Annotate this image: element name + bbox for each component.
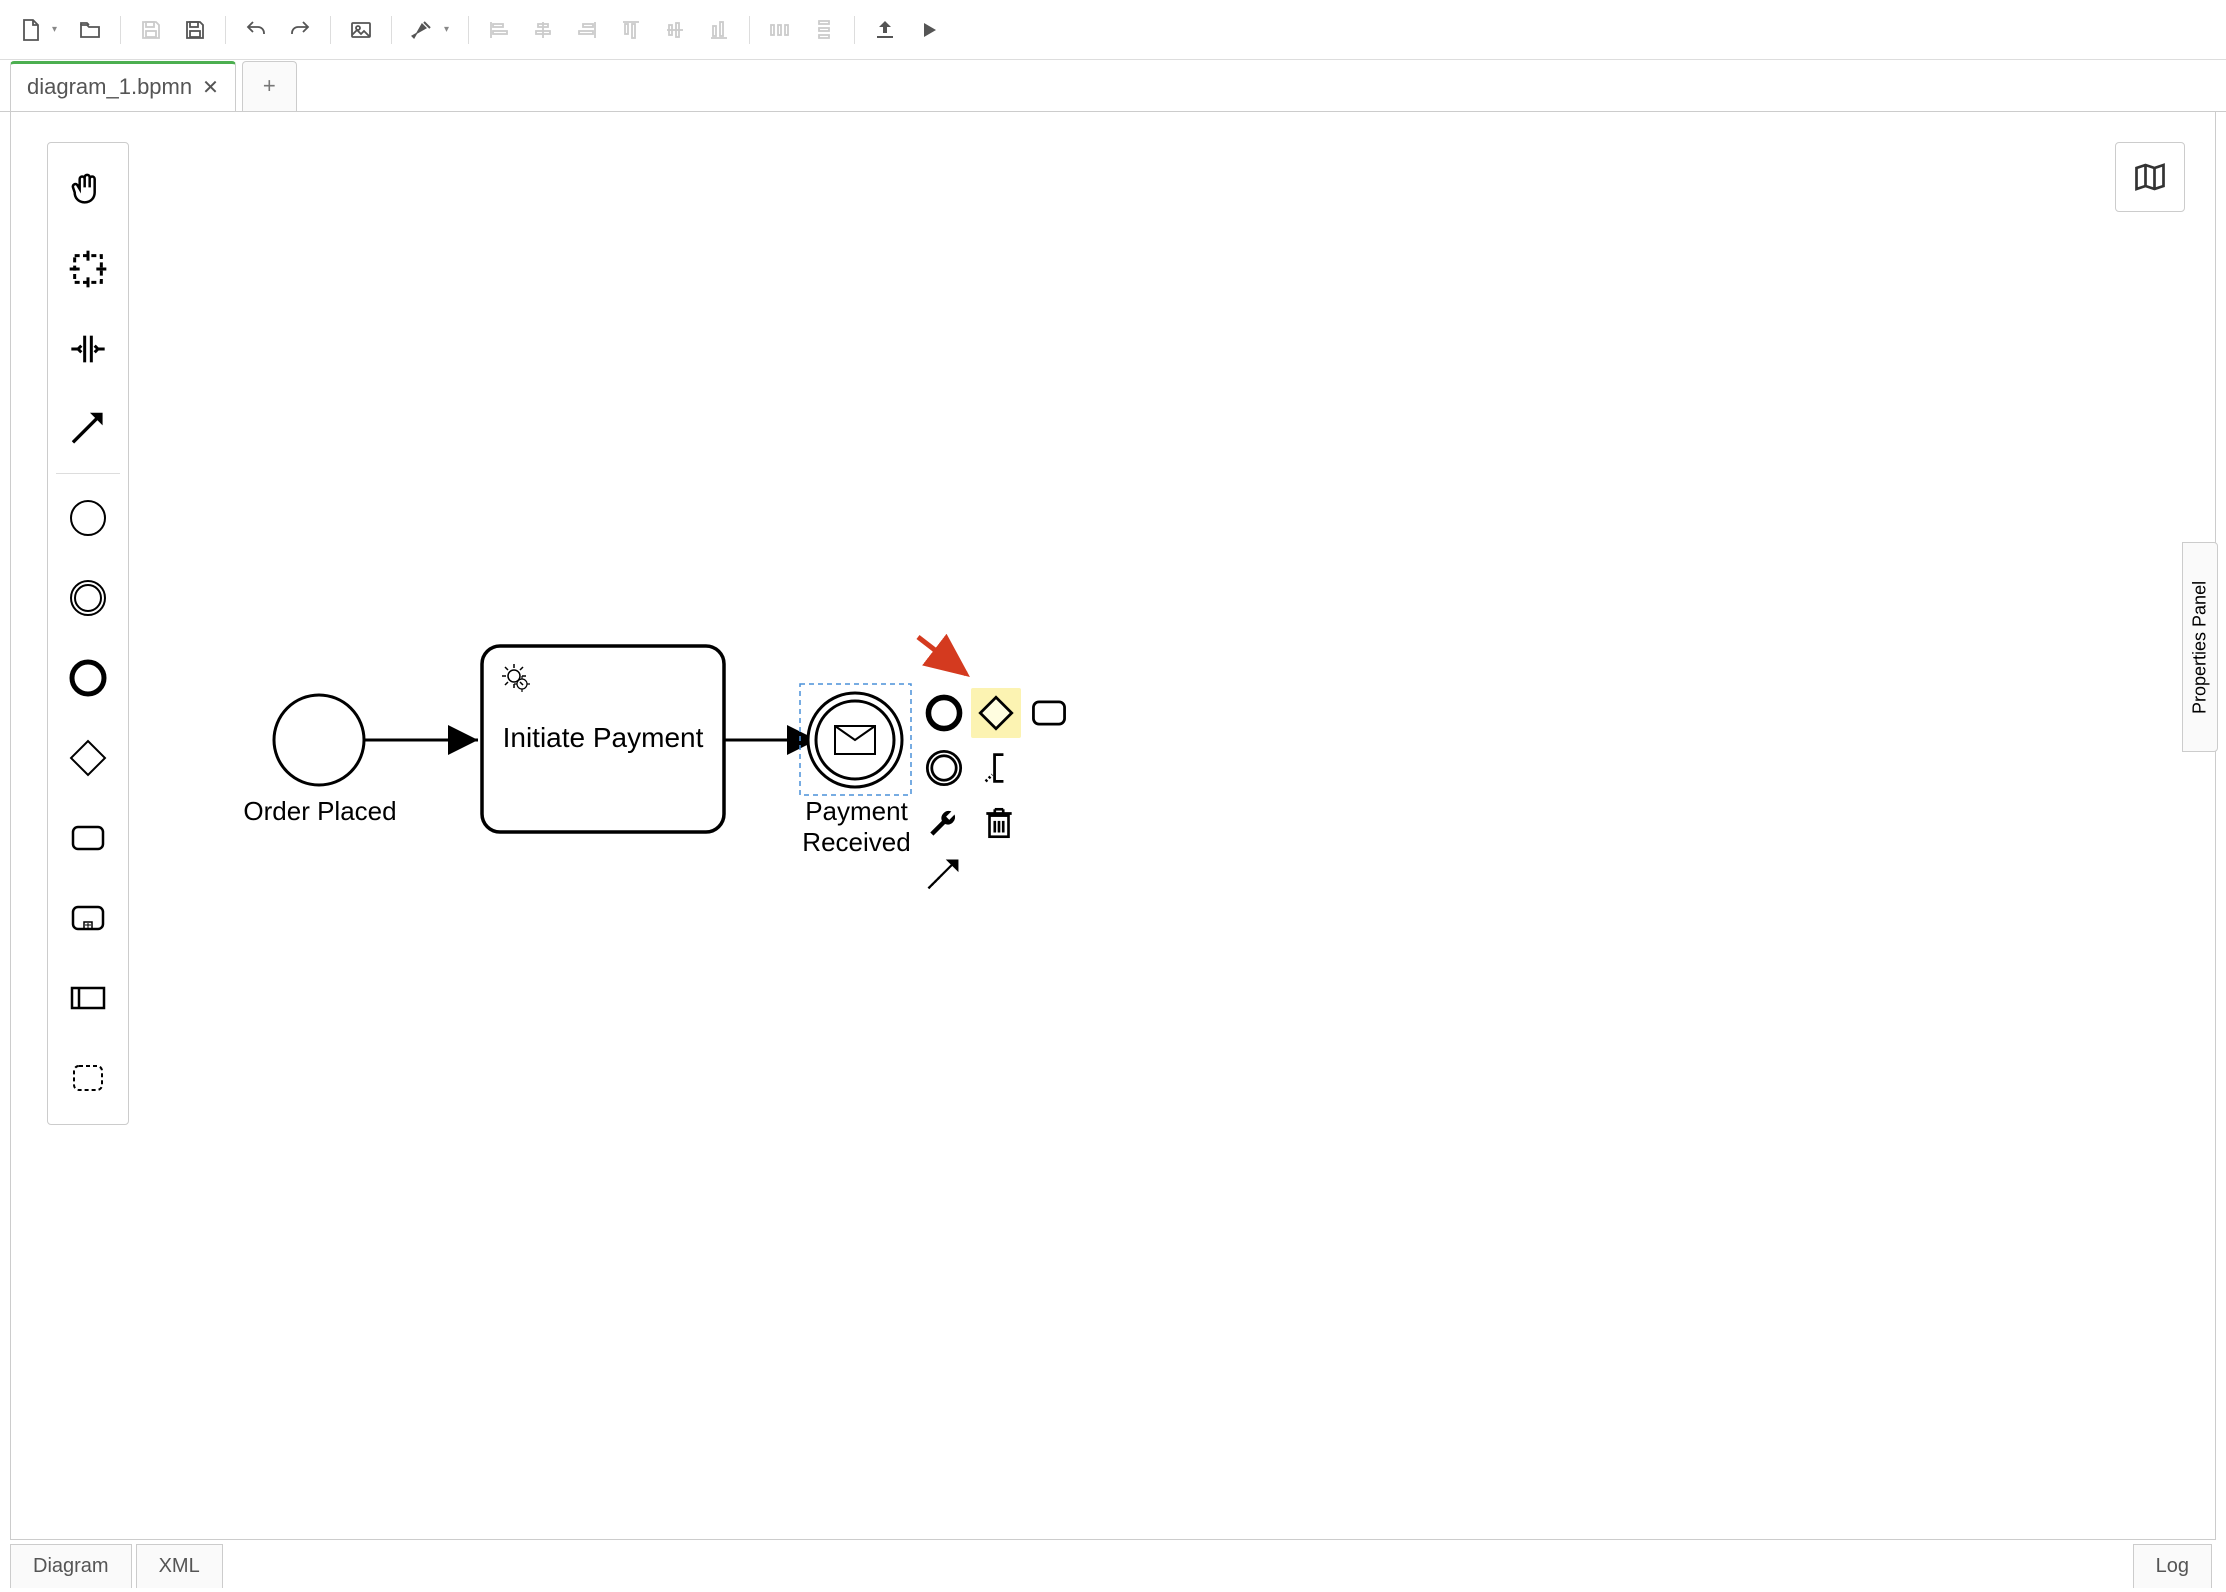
- new-file-button[interactable]: [10, 10, 50, 50]
- top-toolbar: ▾ ▾: [0, 0, 2226, 60]
- run-button[interactable]: [909, 10, 949, 50]
- redo-button[interactable]: [280, 10, 320, 50]
- align-center-button[interactable]: [523, 10, 563, 50]
- bottom-tab-bar: Diagram XML Log: [10, 1540, 2216, 1592]
- color-button[interactable]: [402, 10, 442, 50]
- connect-arrow-icon[interactable]: [919, 850, 969, 900]
- add-tab-label: +: [263, 73, 276, 99]
- export-image-button[interactable]: [341, 10, 381, 50]
- append-text-annotation-icon[interactable]: [974, 743, 1024, 793]
- service-task-label[interactable]: Initiate Payment: [488, 722, 718, 754]
- toolbar-separator: [391, 16, 392, 44]
- toolbar-separator: [330, 16, 331, 44]
- start-event-node[interactable]: [274, 695, 364, 785]
- save-as-button[interactable]: [175, 10, 215, 50]
- append-gateway-icon[interactable]: [971, 688, 1021, 738]
- annotation-arrow: [918, 637, 966, 674]
- log-tab-label: Log: [2156, 1555, 2189, 1577]
- xml-view-tab[interactable]: XML: [136, 1544, 223, 1588]
- change-type-wrench-icon[interactable]: [919, 798, 969, 848]
- toolbar-separator: [225, 16, 226, 44]
- file-tab-active[interactable]: diagram_1.bpmn ✕: [10, 61, 236, 111]
- diagram-tab-label: Diagram: [33, 1555, 109, 1577]
- append-task-icon[interactable]: [1024, 688, 1074, 738]
- save-button[interactable]: [131, 10, 171, 50]
- tab-bar: diagram_1.bpmn ✕ +: [0, 60, 2226, 112]
- start-event-label[interactable]: Order Placed: [230, 796, 410, 827]
- file-tab-label: diagram_1.bpmn: [27, 74, 192, 100]
- align-left-button[interactable]: [479, 10, 519, 50]
- undo-button[interactable]: [236, 10, 276, 50]
- new-file-dropdown-icon[interactable]: ▾: [52, 24, 66, 35]
- xml-tab-label: XML: [159, 1555, 200, 1577]
- log-view-tab[interactable]: Log: [2133, 1544, 2212, 1588]
- close-tab-icon[interactable]: ✕: [202, 75, 219, 100]
- distribute-h-button[interactable]: [760, 10, 800, 50]
- toolbar-separator: [468, 16, 469, 44]
- open-file-button[interactable]: [70, 10, 110, 50]
- append-end-event-icon[interactable]: [919, 688, 969, 738]
- align-middle-button[interactable]: [655, 10, 695, 50]
- color-dropdown-icon[interactable]: ▾: [444, 24, 458, 35]
- append-intermediate-event-icon[interactable]: [919, 743, 969, 793]
- deploy-button[interactable]: [865, 10, 905, 50]
- intermediate-event-label[interactable]: Payment Received: [784, 796, 929, 858]
- toolbar-separator: [854, 16, 855, 44]
- delete-trash-icon[interactable]: [974, 798, 1024, 848]
- distribute-v-button[interactable]: [804, 10, 844, 50]
- toolbar-separator: [120, 16, 121, 44]
- toolbar-separator: [749, 16, 750, 44]
- add-tab-button[interactable]: +: [242, 61, 297, 111]
- align-bottom-button[interactable]: [699, 10, 739, 50]
- align-right-button[interactable]: [567, 10, 607, 50]
- align-top-button[interactable]: [611, 10, 651, 50]
- diagram-canvas[interactable]: Properties Panel: [10, 112, 2216, 1540]
- diagram-view-tab[interactable]: Diagram: [10, 1544, 132, 1588]
